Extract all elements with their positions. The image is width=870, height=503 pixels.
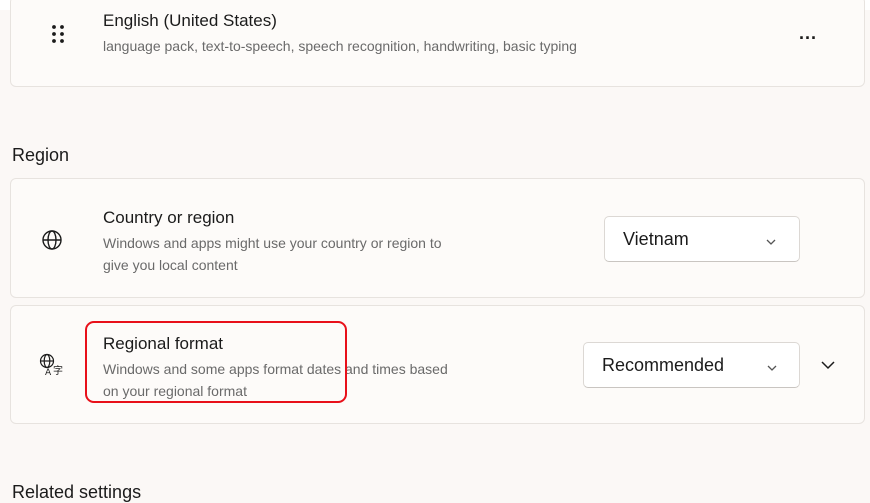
country-region-card: Country or region Windows and apps might… <box>10 178 865 298</box>
expand-chevron-icon[interactable] <box>816 354 840 376</box>
country-description-line1: Windows and apps might use your country … <box>103 235 442 251</box>
country-dropdown[interactable]: Vietnam <box>604 216 800 262</box>
more-options-icon[interactable]: ... <box>793 21 823 45</box>
format-dropdown[interactable]: Recommended <box>583 342 800 388</box>
country-description-line2: give you local content <box>103 257 238 273</box>
svg-text:A: A <box>45 368 52 377</box>
language-format-icon: A 字 <box>39 352 65 378</box>
region-heading: Region <box>12 145 70 165</box>
related-settings-heading: Related settings <box>12 482 142 502</box>
globe-icon <box>40 228 64 252</box>
chevron-down-icon <box>765 232 777 253</box>
country-dropdown-value: Vietnam <box>623 229 689 249</box>
language-title: English (United States) <box>103 11 277 30</box>
language-card[interactable]: English (United States) language pack, t… <box>10 0 865 87</box>
svg-text:字: 字 <box>53 364 63 377</box>
highlight-annotation <box>85 321 347 403</box>
format-dropdown-value: Recommended <box>602 355 725 375</box>
language-description: language pack, text-to-speech, speech re… <box>103 38 577 54</box>
country-title: Country or region <box>103 208 235 227</box>
chevron-down-icon <box>766 358 778 379</box>
grip-dots-icon[interactable] <box>47 23 69 45</box>
